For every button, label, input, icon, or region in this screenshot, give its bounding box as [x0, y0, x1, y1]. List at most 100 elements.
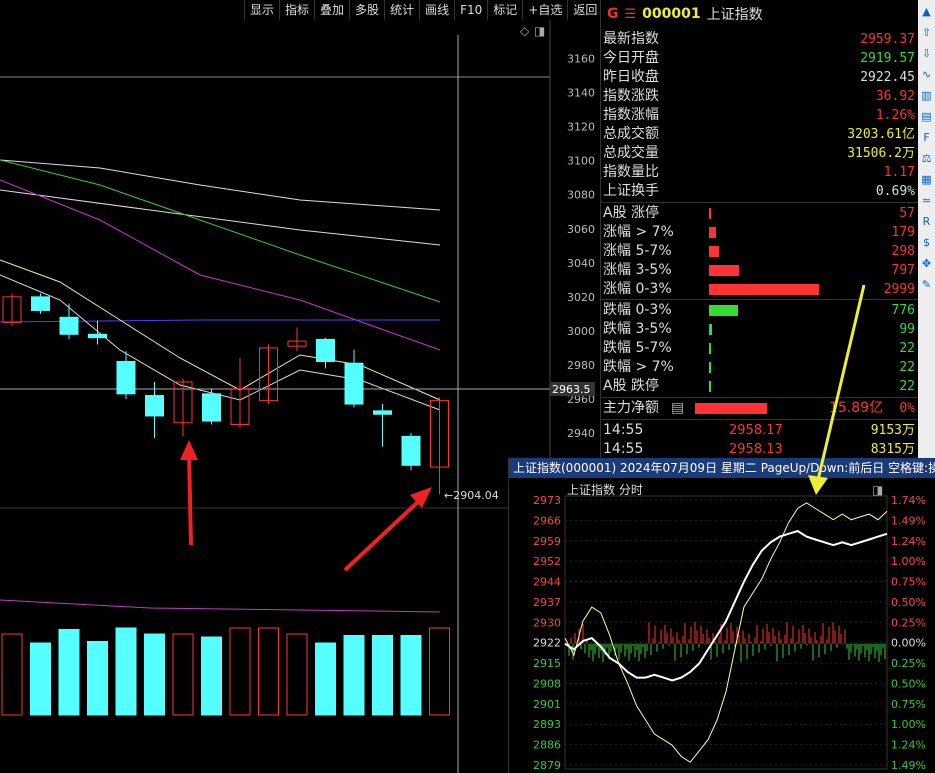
volume-bar — [144, 633, 165, 716]
distribution-bar — [709, 265, 739, 276]
intraday-pct-tick: 1.49% — [891, 514, 926, 527]
tick-time: 14:55 — [603, 441, 644, 457]
quote-row: 昨日收盘 2922.45 — [603, 68, 917, 87]
distribution-label: 涨幅 3-5% — [603, 262, 672, 278]
rs-icon[interactable]: R — [919, 214, 934, 229]
intraday-pct-tick: 1.24% — [891, 535, 926, 548]
quote-label: 最新指数 — [603, 31, 659, 47]
candle — [145, 395, 164, 417]
toolbar-item[interactable]: +自选 — [522, 0, 567, 20]
toolbar-item[interactable]: 统计 — [384, 0, 419, 20]
toolbar-item[interactable]: 画线 — [419, 0, 454, 20]
distribution-label: 跌幅 3-5% — [603, 321, 672, 337]
chart-icon[interactable]: ∿ — [919, 67, 934, 82]
quote-row: 上证换手 0.69% — [603, 182, 917, 201]
quote-value: 1.26% — [875, 108, 915, 123]
quote-value: 36.92 — [875, 89, 915, 104]
chart2-icon[interactable]: ▦ — [919, 172, 934, 187]
yellow-arrow — [808, 284, 866, 495]
pen-icon[interactable]: ✎ — [919, 277, 934, 292]
volume-bar — [58, 629, 80, 716]
toolbar-item[interactable]: 标记 — [487, 0, 522, 20]
intraday-chart[interactable]: 上证指数 分时 ◨ 2973 1.74% 2966 1.49% 2959 1.24% 2952 1… — [509, 478, 935, 773]
up-icon[interactable]: ⇧ — [919, 25, 934, 40]
toolbar-item[interactable]: 指标 — [279, 0, 314, 20]
quote-panel: G ☰ 000001 上证指数 最新指数 2959.37 今日开盘 2919.57 昨日… — [600, 0, 919, 460]
intraday-pct-tick: 0.50% — [891, 596, 926, 609]
candle — [202, 393, 221, 422]
intraday-pct-tick: 0.75% — [891, 576, 926, 589]
crosshair-price: 2963.5 — [552, 383, 591, 396]
volume-bar — [429, 627, 450, 716]
volume-bar — [87, 641, 108, 716]
distribution-value: 57 — [899, 206, 915, 221]
distribution-bar — [709, 227, 716, 238]
toolbar-item[interactable]: 显示 — [244, 0, 279, 20]
quote-row: 最新指数 2959.37 — [603, 30, 917, 49]
intraday-price-tick: 2930 — [533, 616, 561, 629]
menu-icon[interactable]: ☰ — [625, 7, 637, 22]
wave-icon[interactable]: ≈ — [919, 193, 934, 208]
stock-code: 000001 — [642, 6, 701, 22]
distribution-bar — [709, 381, 711, 392]
distribution-bar — [709, 324, 713, 335]
up-arrow[interactable]: ▲ — [919, 4, 934, 19]
intraday-price-tick: 2893 — [533, 718, 561, 731]
distribution-bar — [709, 305, 738, 316]
intraday-price-tick: 2922 — [533, 637, 561, 650]
quote-value: 1.17 — [883, 165, 915, 180]
intraday-price-tick: 2879 — [533, 759, 561, 772]
tick-volume: 8315万 — [870, 442, 915, 457]
intraday-window[interactable]: 上证指数(000001) 2024年07月09日 星期二 PageUp/Down… — [508, 458, 935, 773]
move-icon[interactable]: ✥ — [919, 256, 934, 271]
main-force-label: 主力净额 — [603, 400, 659, 416]
distribution-value: 22 — [899, 379, 915, 394]
list-icon[interactable]: ▤ — [671, 399, 684, 418]
volume-bar — [1, 633, 23, 716]
divider — [601, 397, 919, 398]
diamond-icon: ◇ — [520, 24, 530, 38]
quote-row: 指数量比 1.17 — [603, 163, 917, 182]
down-icon[interactable]: ⇩ — [919, 46, 934, 61]
g-icon[interactable]: G — [607, 6, 619, 22]
volume-bar — [258, 627, 279, 716]
red-arrow — [343, 498, 422, 572]
table-icon[interactable]: ▤ — [919, 109, 934, 124]
toolbar-item[interactable]: F10 — [454, 0, 487, 20]
distribution-label: 涨幅 5-7% — [603, 243, 672, 259]
dollar-icon[interactable]: $ — [919, 235, 934, 250]
quote-value: 2922.45 — [860, 70, 915, 85]
intraday-pct-tick: 0.25% — [891, 657, 926, 670]
stock-name: 上证指数 — [706, 7, 763, 23]
main-force-bar — [695, 403, 767, 414]
candle — [88, 333, 107, 339]
quote-label: 上证换手 — [603, 183, 659, 199]
toolbar-item[interactable]: 返回 — [567, 0, 602, 20]
price-tick: 3040 — [567, 257, 595, 270]
candle-icon[interactable]: ▥ — [919, 88, 934, 103]
distribution-row: 涨幅 3-5% 797 — [603, 261, 917, 280]
window-icon: ◨ — [534, 24, 545, 38]
price-tick: 3000 — [567, 325, 595, 338]
toolbar-item[interactable]: 叠加 — [314, 0, 349, 20]
quote-value: 3203.61亿 — [847, 127, 915, 142]
divider — [601, 202, 919, 203]
volume-bar — [30, 642, 51, 716]
distribution-label: 涨幅 0-3% — [603, 281, 672, 297]
quote-value: 31506.2万 — [847, 146, 915, 161]
volume-bar — [229, 627, 251, 716]
tool-icon-strip: ▲ ⇧ ⇩ ∿ ▥ ▤ F ⚖ ▦ ≈ R $ ✥ ✎ — [918, 0, 935, 460]
volume-bar — [400, 635, 422, 716]
toolbar-item[interactable]: 多股 — [349, 0, 384, 20]
intraday-price-tick: 2966 — [533, 514, 561, 527]
distribution-label: A股 涨停 — [603, 205, 660, 221]
price-tick: 2980 — [567, 359, 595, 372]
quote-row: 指数涨幅 1.26% — [603, 106, 917, 125]
distribution-value: 2999 — [883, 282, 915, 297]
candle — [116, 361, 136, 395]
intraday-price-line — [564, 529, 888, 682]
divider — [601, 299, 919, 300]
f10-icon[interactable]: F — [919, 130, 934, 145]
distribution-value: 298 — [891, 244, 915, 259]
finance-icon[interactable]: ⚖ — [919, 151, 934, 166]
